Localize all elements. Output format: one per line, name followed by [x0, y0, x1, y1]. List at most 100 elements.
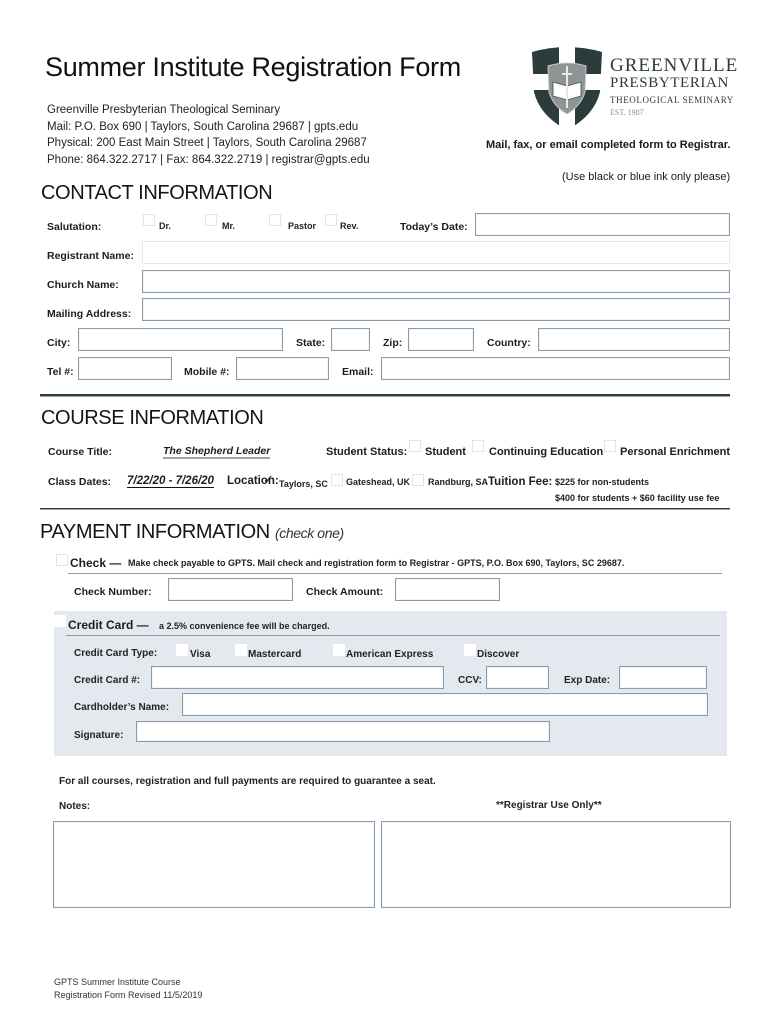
country-label: Country: [487, 337, 531, 349]
course-title-label: Course Title: [48, 446, 112, 458]
shield-crest-icon [528, 44, 606, 132]
card-number-label: Credit Card #: [74, 675, 141, 686]
payment-credit-card-label: Credit Card — [68, 618, 149, 632]
zip-label: Zip: [383, 337, 403, 349]
ink-instructions: (Use black or blue ink only please) [562, 171, 731, 183]
registrar-use-label: **Registrar Use Only** [496, 800, 602, 811]
status-continuing-education-checkbox[interactable] [472, 440, 484, 452]
exp-date-label: Exp Date: [564, 675, 611, 686]
mailing-address-field[interactable] [142, 298, 730, 321]
tuition-non-students: $225 for non-students [555, 477, 650, 487]
city-field[interactable] [78, 328, 283, 351]
logo-line-2: PRESBYTERIAN [610, 75, 729, 91]
contact-section-title: CONTACT INFORMATION [41, 182, 273, 204]
course-section-title: COURSE INFORMATION [41, 407, 264, 429]
mail-address: Mail: P.O. Box 690 | Taylors, South Caro… [47, 121, 359, 133]
page-title: Summer Institute Registration Form [45, 52, 461, 82]
phone-fax-email: Phone: 864.322.2717 | Fax: 864.322.2719 … [47, 154, 370, 166]
signature-label: Signature: [74, 730, 124, 741]
mobile-label: Mobile #: [184, 366, 230, 378]
policy-note: For all courses, registration and full p… [59, 776, 436, 787]
student-status-label: Student Status: [326, 446, 408, 458]
physical-address: Physical: 200 East Main Street | Taylors… [47, 137, 367, 149]
salutation-pastor-label: Pastor [288, 221, 317, 231]
state-label: State: [296, 337, 326, 349]
check-amount-field[interactable] [395, 578, 500, 601]
church-name-label: Church Name: [47, 279, 119, 291]
card-visa-label: Visa [190, 649, 211, 660]
salutation-dr-checkbox[interactable] [143, 214, 155, 226]
payment-credit-card-checkbox[interactable] [54, 615, 66, 627]
zip-field[interactable] [408, 328, 474, 351]
salutation-mr-checkbox[interactable] [205, 214, 217, 226]
tel-field[interactable] [78, 357, 172, 380]
card-discover-label: Discover [477, 649, 520, 660]
status-personal-enrichment-checkbox[interactable] [604, 440, 616, 452]
payment-check-label: Check — [70, 556, 122, 570]
logo-line-4: EST. 1987 [610, 108, 644, 117]
registrant-name-field[interactable] [142, 241, 730, 264]
status-student-checkbox[interactable] [409, 440, 421, 452]
card-mastercard-label: Mastercard [248, 649, 302, 660]
state-field[interactable] [331, 328, 370, 351]
cardholder-name-field[interactable] [182, 693, 708, 716]
location-gateshead-checkbox[interactable] [331, 474, 343, 486]
footer-line-2: Registration Form Revised 11/5/2019 [54, 990, 203, 1000]
city-label: City: [47, 337, 71, 349]
tel-label: Tel #: [47, 366, 74, 378]
signature-field[interactable] [136, 721, 550, 742]
exp-date-field[interactable] [619, 666, 707, 689]
location-taylors-label: Taylors, SC [279, 479, 328, 489]
card-number-field[interactable] [151, 666, 444, 689]
salutation-rev-checkbox[interactable] [325, 214, 337, 226]
logo-line-3: THEOLOGICAL SEMINARY [610, 95, 734, 105]
class-dates-value: 7/22/20 - 7/26/20 [127, 475, 214, 488]
card-mastercard-checkbox[interactable] [235, 644, 247, 656]
payment-section-title: PAYMENT INFORMATION (check one) [40, 521, 344, 544]
status-student-label: Student [425, 446, 466, 458]
status-continuing-education-label: Continuing Education [489, 446, 604, 458]
card-visa-checkbox[interactable] [176, 644, 188, 656]
card-discover-checkbox[interactable] [464, 644, 476, 656]
status-personal-enrichment-label: Personal Enrichment [620, 446, 731, 458]
payment-check-checkbox[interactable] [56, 554, 68, 566]
email-field[interactable] [381, 357, 730, 380]
country-field[interactable] [538, 328, 730, 351]
todays-date-field[interactable] [475, 213, 730, 236]
mail-instructions: Mail, fax, or email completed form to Re… [486, 139, 731, 151]
location-randburg-checkbox[interactable] [412, 474, 424, 486]
credit-card-divider [66, 635, 720, 636]
ccv-field[interactable] [486, 666, 549, 689]
seminary-name: Greenville Presbyterian Theological Semi… [47, 104, 281, 116]
payment-title-note: (check one) [274, 525, 344, 541]
tuition-students: $400 for students + $60 facility use fee [555, 493, 720, 503]
mobile-field[interactable] [236, 357, 329, 380]
payment-credit-card-note: a 2.5% convenience fee will be charged. [159, 621, 330, 631]
salutation-label: Salutation: [47, 221, 102, 233]
registrar-use-field[interactable] [381, 821, 731, 908]
card-type-label: Credit Card Type: [74, 648, 158, 659]
check-number-field[interactable] [168, 578, 293, 601]
course-divider [40, 508, 730, 510]
payment-title-text: PAYMENT INFORMATION [40, 521, 270, 543]
salutation-pastor-checkbox[interactable] [269, 214, 281, 226]
mailing-address-label: Mailing Address: [47, 308, 132, 320]
class-dates-label: Class Dates: [48, 476, 112, 488]
location-randburg-label: Randburg, SA [428, 477, 488, 487]
check-number-label: Check Number: [74, 586, 152, 598]
salutation-dr-label: Dr. [159, 221, 172, 231]
check-amount-label: Check Amount: [306, 586, 384, 598]
location-taylors-checkbox[interactable]: ✓ [262, 473, 274, 486]
email-label: Email: [342, 366, 374, 378]
notes-field[interactable] [53, 821, 375, 908]
salutation-mr-label: Mr. [222, 221, 236, 231]
tuition-fee-label: Tuition Fee: [488, 476, 553, 488]
course-title-value: The Shepherd Leader [163, 445, 271, 459]
ccv-label: CCV: [458, 675, 482, 686]
card-amex-label: American Express [346, 649, 434, 660]
todays-date-label: Today’s Date: [400, 221, 468, 233]
location-gateshead-label: Gateshead, UK [346, 477, 411, 487]
card-amex-checkbox[interactable] [333, 644, 345, 656]
salutation-rev-label: Rev. [340, 221, 359, 231]
church-name-field[interactable] [142, 270, 730, 293]
